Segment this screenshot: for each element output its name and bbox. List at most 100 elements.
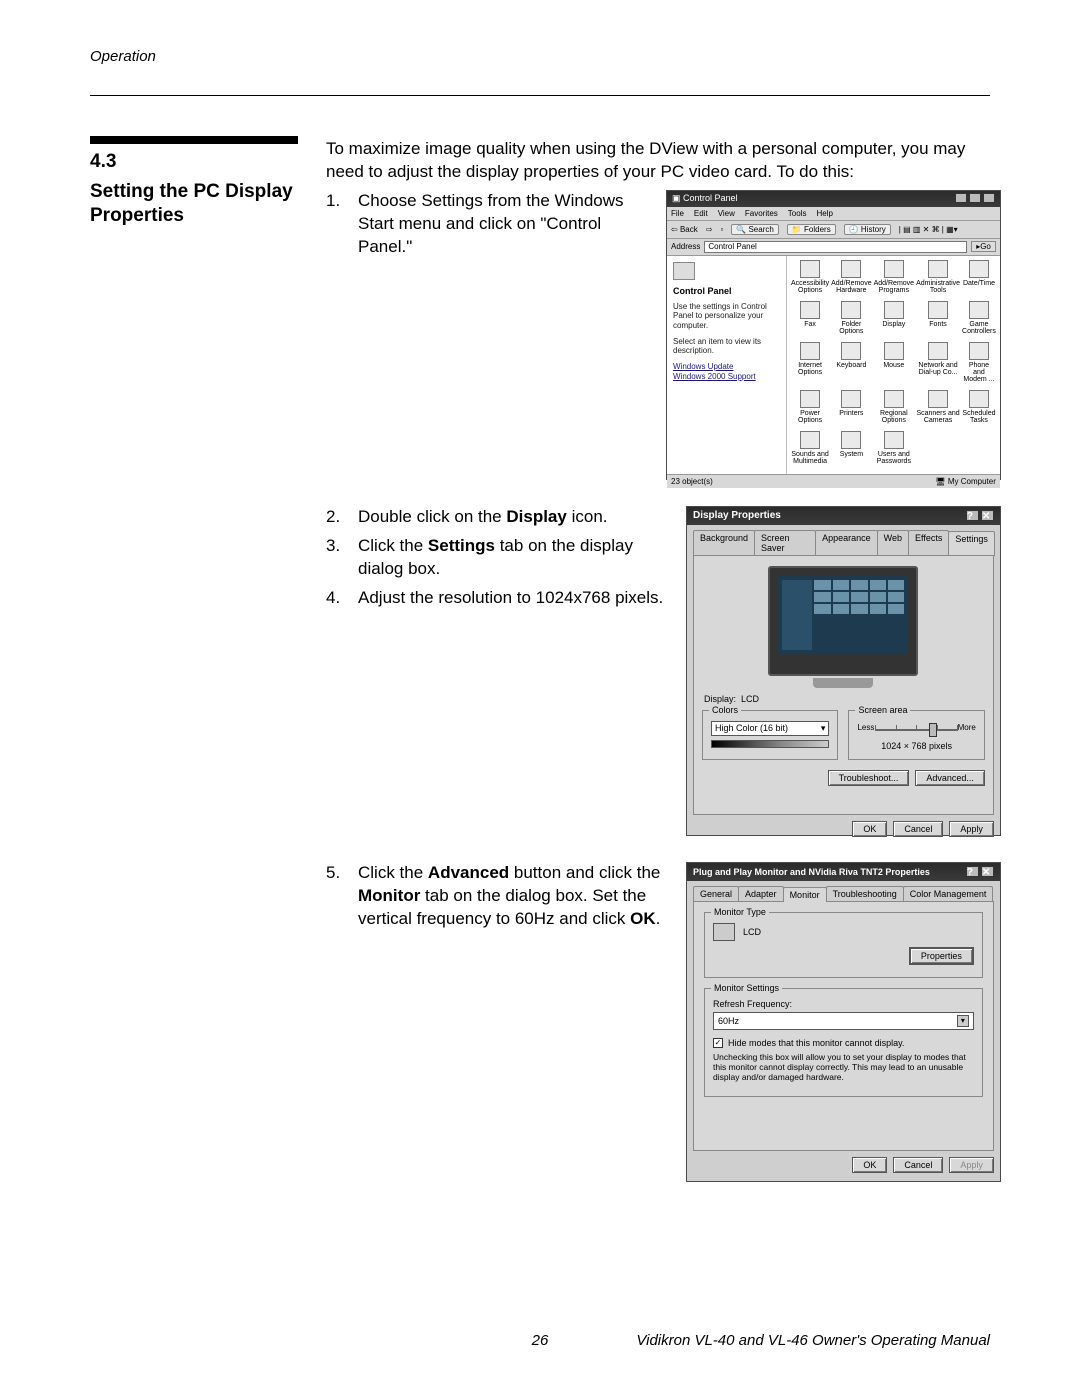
dp-cancel-button: Cancel (893, 821, 943, 837)
adv-refresh-combo: 60Hz▾ (713, 1012, 974, 1030)
cp-icon: Power Options (791, 390, 829, 429)
section-intro: To maximize image quality when using the… (326, 138, 1001, 184)
steps-block-3: 5. Click the Advanced button and click t… (326, 862, 666, 1182)
cp-icon: Display (874, 301, 914, 340)
step-1-num: 1. (326, 190, 344, 259)
step-1-text: Choose Settings from the Windows Start m… (358, 190, 646, 259)
monitor-icon (713, 923, 735, 941)
cp-statusbar: 23 object(s) 🖥 My Computer (667, 474, 1000, 488)
cp-window-buttons (953, 193, 995, 205)
step-1: 1. Choose Settings from the Windows Star… (326, 190, 646, 259)
cp-icon: Network and Dial-up Co... (916, 342, 960, 388)
dp-apply-button: Apply (949, 821, 994, 837)
cp-menu-file: File (671, 209, 684, 218)
page-footer: 26 Vidikron VL-40 and VL-46 Owner's Oper… (90, 1332, 990, 1349)
cp-title-text: ▣ Control Panel (672, 193, 738, 204)
cp-menubar: File Edit View Favorites Tools Help (667, 207, 1000, 221)
cp-icon: System (831, 431, 871, 470)
dp-tab-settings: Settings (948, 531, 995, 556)
adv-apply-button: Apply (949, 1157, 994, 1173)
dp-troubleshoot-button: Troubleshoot... (828, 770, 910, 786)
cp-icon: Internet Options (791, 342, 829, 388)
cp-icon: Keyboard (831, 342, 871, 388)
dp-colors-group: Colors High Color (16 bit)▾ (702, 710, 838, 760)
advanced-monitor-screenshot: Plug and Play Monitor and NVidia Riva TN… (686, 862, 1001, 1182)
cp-left-pane: Control Panel Use the settings in Contro… (667, 256, 787, 474)
cp-menu-tools: Tools (788, 209, 807, 218)
cp-go-button: ▸Go (971, 241, 996, 252)
dp-tabs: Background Screen Saver Appearance Web E… (687, 525, 1000, 555)
cp-address-bar: Address ▸Go (667, 239, 1000, 256)
header-rule (90, 95, 990, 96)
adv-monitor-type-group: Monitor Type LCD Properties (704, 912, 983, 978)
cp-icon: Add/Remove Programs (874, 260, 914, 299)
cp-left-heading: Control Panel (673, 286, 780, 296)
adv-tab-adapter: Adapter (738, 886, 784, 901)
cp-icon: Fax (791, 301, 829, 340)
cp-icon: Printers (831, 390, 871, 429)
display-properties-screenshot: Display Properties ?✕ Background Screen … (686, 506, 1001, 836)
step-2: 2. Double click on the Display icon. (326, 506, 666, 529)
cp-icon: Add/Remove Hardware (831, 260, 871, 299)
dp-body: Display: LCD Colors High Color (16 bit)▾… (693, 555, 994, 815)
adv-tabs: General Adapter Monitor Troubleshooting … (687, 881, 1000, 901)
cp-icon: Scanners and Cameras (916, 390, 960, 429)
cp-address-input (704, 241, 967, 253)
cp-menu-edit: Edit (694, 209, 708, 218)
step-4: 4. Adjust the resolution to 1024x768 pix… (326, 587, 666, 610)
adv-titlebar: Plug and Play Monitor and NVidia Riva TN… (687, 863, 1000, 881)
content-col: To maximize image quality when using the… (326, 136, 1001, 1182)
adv-tab-trouble: Troubleshooting (826, 886, 904, 901)
cp-icon: Folder Options (831, 301, 871, 340)
cp-left-desc: Use the settings in Control Panel to per… (673, 302, 780, 331)
cp-icon: Date/Time (962, 260, 996, 299)
cp-menu-fav: Favorites (745, 209, 778, 218)
cp-icon: Scheduled Tasks (962, 390, 996, 429)
folder-icon (673, 262, 695, 280)
adv-properties-button: Properties (909, 947, 974, 965)
dp-resolution-slider: Less More (857, 721, 975, 739)
section-title: Setting the PC Display Properties (90, 180, 308, 228)
section-head-col: 4.3 Setting the PC Display Properties (90, 136, 308, 1182)
step-3: 3. Click the Settings tab on the display… (326, 535, 666, 581)
cp-menu-view: View (718, 209, 735, 218)
cp-toolbar: ⇦ Back⇨▫ 🔍 Search 📁 Folders 🕘 History | … (667, 221, 1000, 239)
dp-tab-effects: Effects (908, 530, 949, 555)
adv-ok-button: OK (852, 1157, 887, 1173)
cp-icon: Regional Options (874, 390, 914, 429)
dp-screenarea-group: Screen area Less More 1024 × 768 pixels (848, 710, 984, 760)
adv-tab-color: Color Management (903, 886, 994, 901)
running-head: Operation (90, 48, 990, 65)
cp-link-support: Windows 2000 Support (673, 372, 780, 381)
cp-icon-grid: Accessibility Options Add/Remove Hardwar… (787, 256, 1000, 474)
dp-titlebar: Display Properties ?✕ (687, 507, 1000, 525)
cp-icon: Fonts (916, 301, 960, 340)
cp-link-wu: Windows Update (673, 362, 780, 371)
dp-tab-ss: Screen Saver (754, 530, 816, 555)
adv-refresh-label: Refresh Frequency: (713, 999, 974, 1009)
cp-icon: Game Controllers (962, 301, 996, 340)
adv-monitor-settings-group: Monitor Settings Refresh Frequency: 60Hz… (704, 988, 983, 1098)
cp-icon: Phone and Modem ... (962, 342, 996, 388)
cp-left-sel: Select an item to view its description. (673, 337, 780, 356)
dp-tab-appearance: Appearance (815, 530, 878, 555)
cp-menu-help: Help (816, 209, 832, 218)
steps-block-2: 2. Double click on the Display icon. 3. … (326, 506, 666, 836)
cp-icon: Mouse (874, 342, 914, 388)
page-number: 26 (532, 1332, 549, 1349)
cp-titlebar: ▣ Control Panel (667, 191, 1000, 207)
cp-icon: Sounds and Multimedia (791, 431, 829, 470)
dp-tab-web: Web (877, 530, 909, 555)
section-number: 4.3 (90, 150, 308, 174)
adv-cancel-button: Cancel (893, 1157, 943, 1173)
step-5: 5. Click the Advanced button and click t… (326, 862, 666, 931)
adv-tab-general: General (693, 886, 739, 901)
cp-icon: Users and Passwords (874, 431, 914, 470)
dp-advanced-button: Advanced... (915, 770, 985, 786)
dp-ok-button: OK (852, 821, 887, 837)
footer-text: Vidikron VL-40 and VL-46 Owner's Operati… (636, 1332, 990, 1349)
adv-tab-monitor: Monitor (783, 887, 827, 902)
section-bar (90, 136, 298, 144)
adv-warning-text: Unchecking this box will allow you to se… (713, 1052, 974, 1083)
adv-body: Monitor Type LCD Properties Monitor Sett… (693, 901, 994, 1151)
